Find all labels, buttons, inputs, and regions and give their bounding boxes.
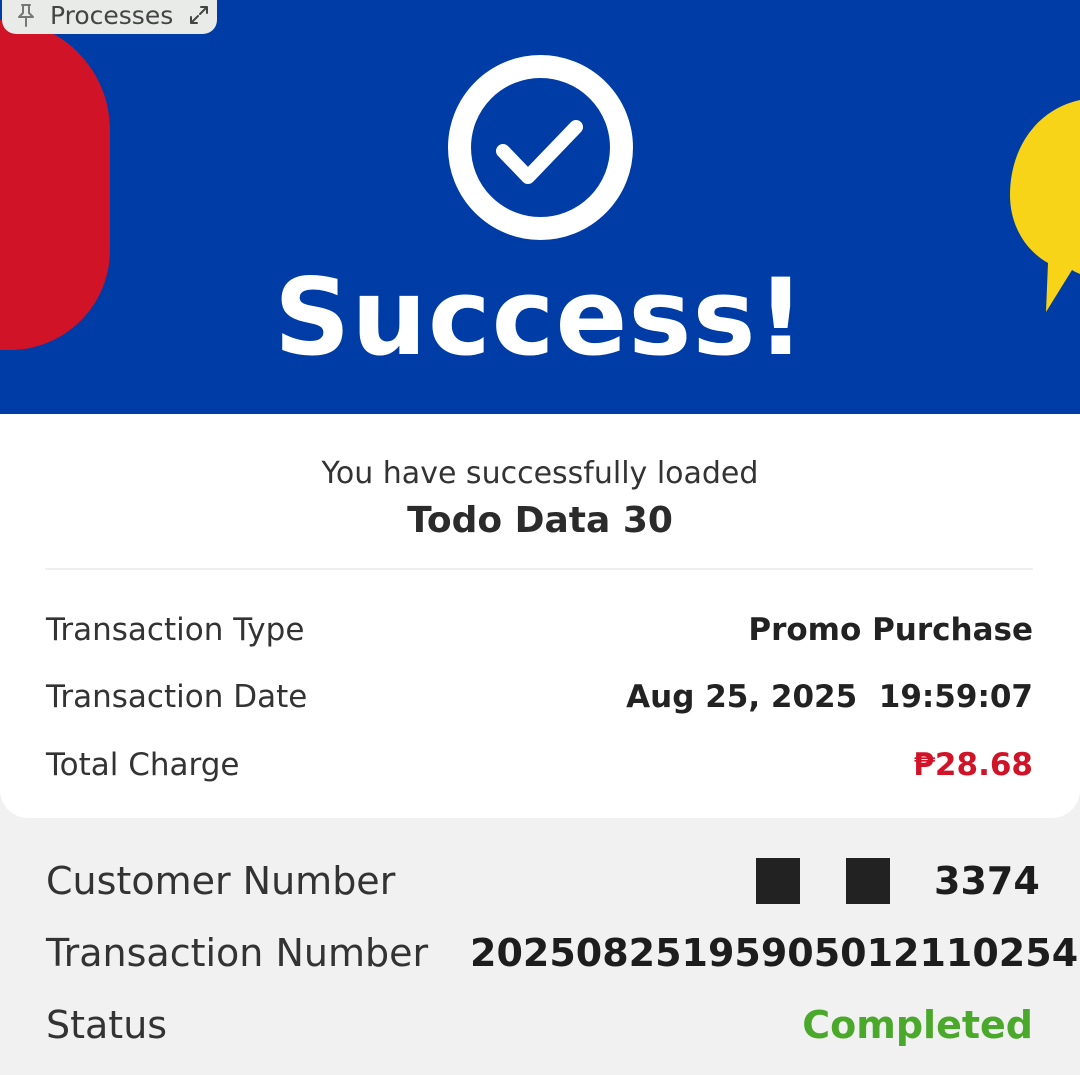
status-row: Status Completed: [46, 1000, 1033, 1050]
expand-icon[interactable]: [189, 5, 209, 25]
customer-number-label: Customer Number: [46, 859, 396, 903]
customer-number-row: Customer Number: [46, 856, 395, 906]
success-message: You have successfully loaded: [321, 456, 759, 491]
transaction-date-row: Transaction Date Aug 25, 2025 19:59:07: [46, 675, 1033, 719]
success-banner: Success!: [0, 0, 1080, 414]
transaction-number-value: 202508251959050121102543743: [470, 931, 1080, 975]
transaction-type-row: Transaction Type Promo Purchase: [46, 608, 1033, 652]
divider: [45, 568, 1033, 570]
transaction-date-label: Transaction Date: [46, 679, 308, 715]
pin-icon: [18, 4, 34, 27]
product-name: Todo Data 30: [407, 500, 673, 541]
total-charge-value: ₱28.68: [913, 747, 1033, 783]
transaction-type-value: Promo Purchase: [748, 612, 1033, 648]
processes-pill[interactable]: Processes: [2, 0, 217, 34]
transaction-number-label: Transaction Number: [46, 931, 429, 975]
total-charge-row: Total Charge ₱28.68: [46, 743, 1033, 787]
redaction-block: [756, 858, 800, 904]
transaction-number-value-wrap: 202508251959050121102543743: [470, 928, 1080, 978]
status-value: Completed: [802, 1003, 1033, 1047]
success-title: Success!: [274, 256, 806, 379]
transaction-number-row: Transaction Number: [46, 928, 428, 978]
redaction-block: [846, 858, 890, 904]
check-circle-icon: [448, 55, 633, 240]
total-charge-label: Total Charge: [46, 747, 240, 783]
transaction-date-value: Aug 25, 2025 19:59:07: [626, 679, 1033, 715]
customer-number-value: 3374: [934, 859, 1040, 903]
processes-label: Processes: [50, 0, 174, 30]
success-screen: Success! Processes You have successfully…: [0, 0, 1080, 1075]
status-label: Status: [46, 1003, 168, 1047]
transaction-type-label: Transaction Type: [46, 612, 305, 648]
